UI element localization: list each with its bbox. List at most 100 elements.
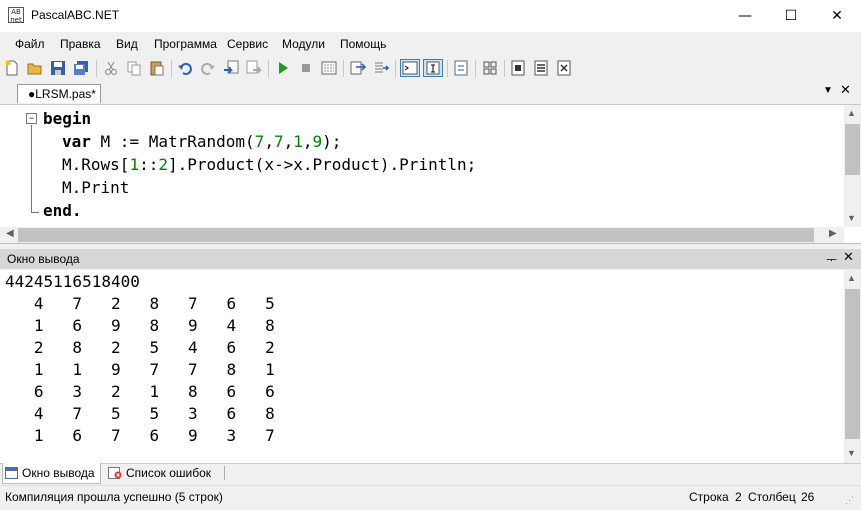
code-text: );: [322, 132, 342, 151]
tab-output-label: Окно вывода: [22, 466, 95, 480]
output-matrix-row: 4 7 2 8 7 6 5: [5, 294, 275, 313]
editor-hscroll-thumb[interactable]: [18, 228, 814, 242]
compile-icon[interactable]: [321, 60, 337, 76]
resize-grip-icon[interactable]: ⋰: [845, 495, 854, 506]
window-title: PascalABC.NET: [31, 8, 120, 22]
code-number: 1: [293, 132, 303, 151]
status-message: Компиляция прошла успешно (5 строк): [5, 490, 223, 504]
output-matrix-row: 6 3 2 1 8 6 6: [5, 382, 275, 401]
output-toggle-icon[interactable]: [400, 59, 420, 77]
save-all-icon[interactable]: [73, 60, 89, 76]
menu-program[interactable]: Программа: [154, 37, 217, 51]
scroll-up-icon[interactable]: ▲: [847, 108, 856, 118]
paste-icon[interactable]: [149, 60, 165, 76]
status-col-value: 26: [801, 490, 815, 504]
maximize-button[interactable]: ☐: [768, 0, 814, 32]
output-window-icon: [5, 467, 18, 479]
app-logo-icon: AB net: [8, 7, 24, 24]
stop-icon[interactable]: [298, 60, 314, 76]
tab-error-list[interactable]: Список ошибок: [126, 466, 211, 480]
navigate-back-icon[interactable]: [223, 60, 239, 76]
toolbar-separator: [504, 60, 505, 77]
code-line: M.Rows[1::2].Product(x->x.Product).Print…: [62, 155, 476, 174]
cut-icon[interactable]: [103, 60, 119, 76]
code-editor[interactable]: [0, 105, 861, 244]
code-number: 9: [312, 132, 323, 151]
fold-collapse-icon[interactable]: −: [26, 113, 37, 124]
code-number: 2: [158, 155, 168, 174]
status-row-label: Строка: [689, 490, 729, 504]
code-text: M.Rows[: [62, 155, 130, 174]
error-list-icon: [108, 467, 122, 479]
navigate-forward-icon[interactable]: [246, 60, 262, 76]
output-matrix-row: 1 6 9 8 9 4 8: [5, 316, 275, 335]
code-line: begin: [43, 109, 91, 128]
code-text: M.Print: [62, 178, 130, 197]
code-text: M := MatrRandom(: [90, 132, 255, 151]
output-scroll-down-icon[interactable]: ▼: [847, 448, 856, 458]
code-keyword: end.: [43, 201, 82, 220]
output-result-line: 44245116518400: [5, 272, 140, 291]
code-text: ,: [283, 132, 294, 151]
code-keyword: var: [62, 132, 91, 151]
output-vscroll-thumb[interactable]: [845, 289, 860, 439]
close-button[interactable]: ✕: [814, 0, 860, 32]
new-file-icon[interactable]: [4, 60, 20, 76]
scroll-left-icon[interactable]: ◀: [6, 228, 14, 239]
db1-icon[interactable]: [510, 60, 526, 76]
toolbar-separator: [96, 60, 97, 77]
compare-icon[interactable]: [453, 60, 469, 76]
db2-icon[interactable]: [533, 60, 549, 76]
toolbar-separator: [171, 60, 172, 77]
output-matrix-row: 1 1 9 7 7 8 1: [5, 360, 275, 379]
open-icon[interactable]: [27, 60, 43, 76]
editor-vscroll-thumb[interactable]: [845, 124, 860, 175]
debug-step-icon[interactable]: [350, 60, 366, 76]
toolbar-separator: [343, 60, 344, 77]
debug-into-icon[interactable]: [373, 60, 389, 76]
format-icon[interactable]: [423, 59, 443, 77]
scroll-right-icon[interactable]: ▶: [829, 228, 837, 239]
code-text: ,: [302, 132, 313, 151]
editor-tab-strip: [0, 82, 861, 105]
code-line: M.Print: [62, 178, 129, 197]
fold-line: [31, 125, 32, 213]
toolbar-separator: [475, 60, 476, 77]
code-text: ].Product(x->x.Product).Println;: [167, 155, 477, 174]
menu-view[interactable]: Вид: [116, 37, 138, 51]
menu-modules[interactable]: Модули: [282, 37, 325, 51]
code-text: ::: [139, 155, 159, 174]
toolbar-separator: [268, 60, 269, 77]
tab-divider: [224, 466, 225, 480]
copy-icon[interactable]: [126, 60, 142, 76]
tab-list-dropdown-icon[interactable]: ▼: [823, 85, 833, 96]
code-keyword: begin: [43, 109, 92, 128]
run-icon[interactable]: [275, 60, 291, 76]
code-line: var M := MatrRandom(7,7,1,9);: [62, 132, 341, 151]
menu-edit[interactable]: Правка: [60, 37, 101, 51]
code-number: 7: [254, 132, 265, 151]
scroll-down-icon[interactable]: ▼: [847, 213, 856, 223]
save-icon[interactable]: [50, 60, 66, 76]
pin-icon[interactable]: ᅮ: [826, 251, 837, 268]
menu-service[interactable]: Сервис: [227, 37, 268, 51]
minimize-button[interactable]: —: [722, 0, 768, 32]
db3-icon[interactable]: [556, 60, 572, 76]
status-col-label: Столбец: [748, 490, 796, 504]
redo-icon[interactable]: [200, 60, 216, 76]
menu-file[interactable]: Файл: [15, 37, 45, 51]
output-matrix-row: 4 7 5 5 3 6 8: [5, 404, 275, 423]
toolbar-separator: [395, 60, 396, 77]
code-number: 7: [273, 132, 284, 151]
tab-lrsm-pas[interactable]: ●LRSM.pas*: [17, 84, 101, 103]
close-tab-icon[interactable]: ✕: [840, 83, 851, 98]
output-scroll-up-icon[interactable]: ▲: [847, 273, 856, 283]
close-output-icon[interactable]: ✕: [843, 250, 854, 265]
grid-icon[interactable]: [482, 60, 498, 76]
undo-icon[interactable]: [177, 60, 193, 76]
output-panel-title: Окно вывода: [7, 252, 80, 266]
fold-end-marker: [31, 212, 39, 213]
code-line: end.: [43, 201, 82, 220]
output-matrix-row: 1 6 7 6 9 3 7: [5, 426, 275, 445]
menu-help[interactable]: Помощь: [340, 37, 386, 51]
